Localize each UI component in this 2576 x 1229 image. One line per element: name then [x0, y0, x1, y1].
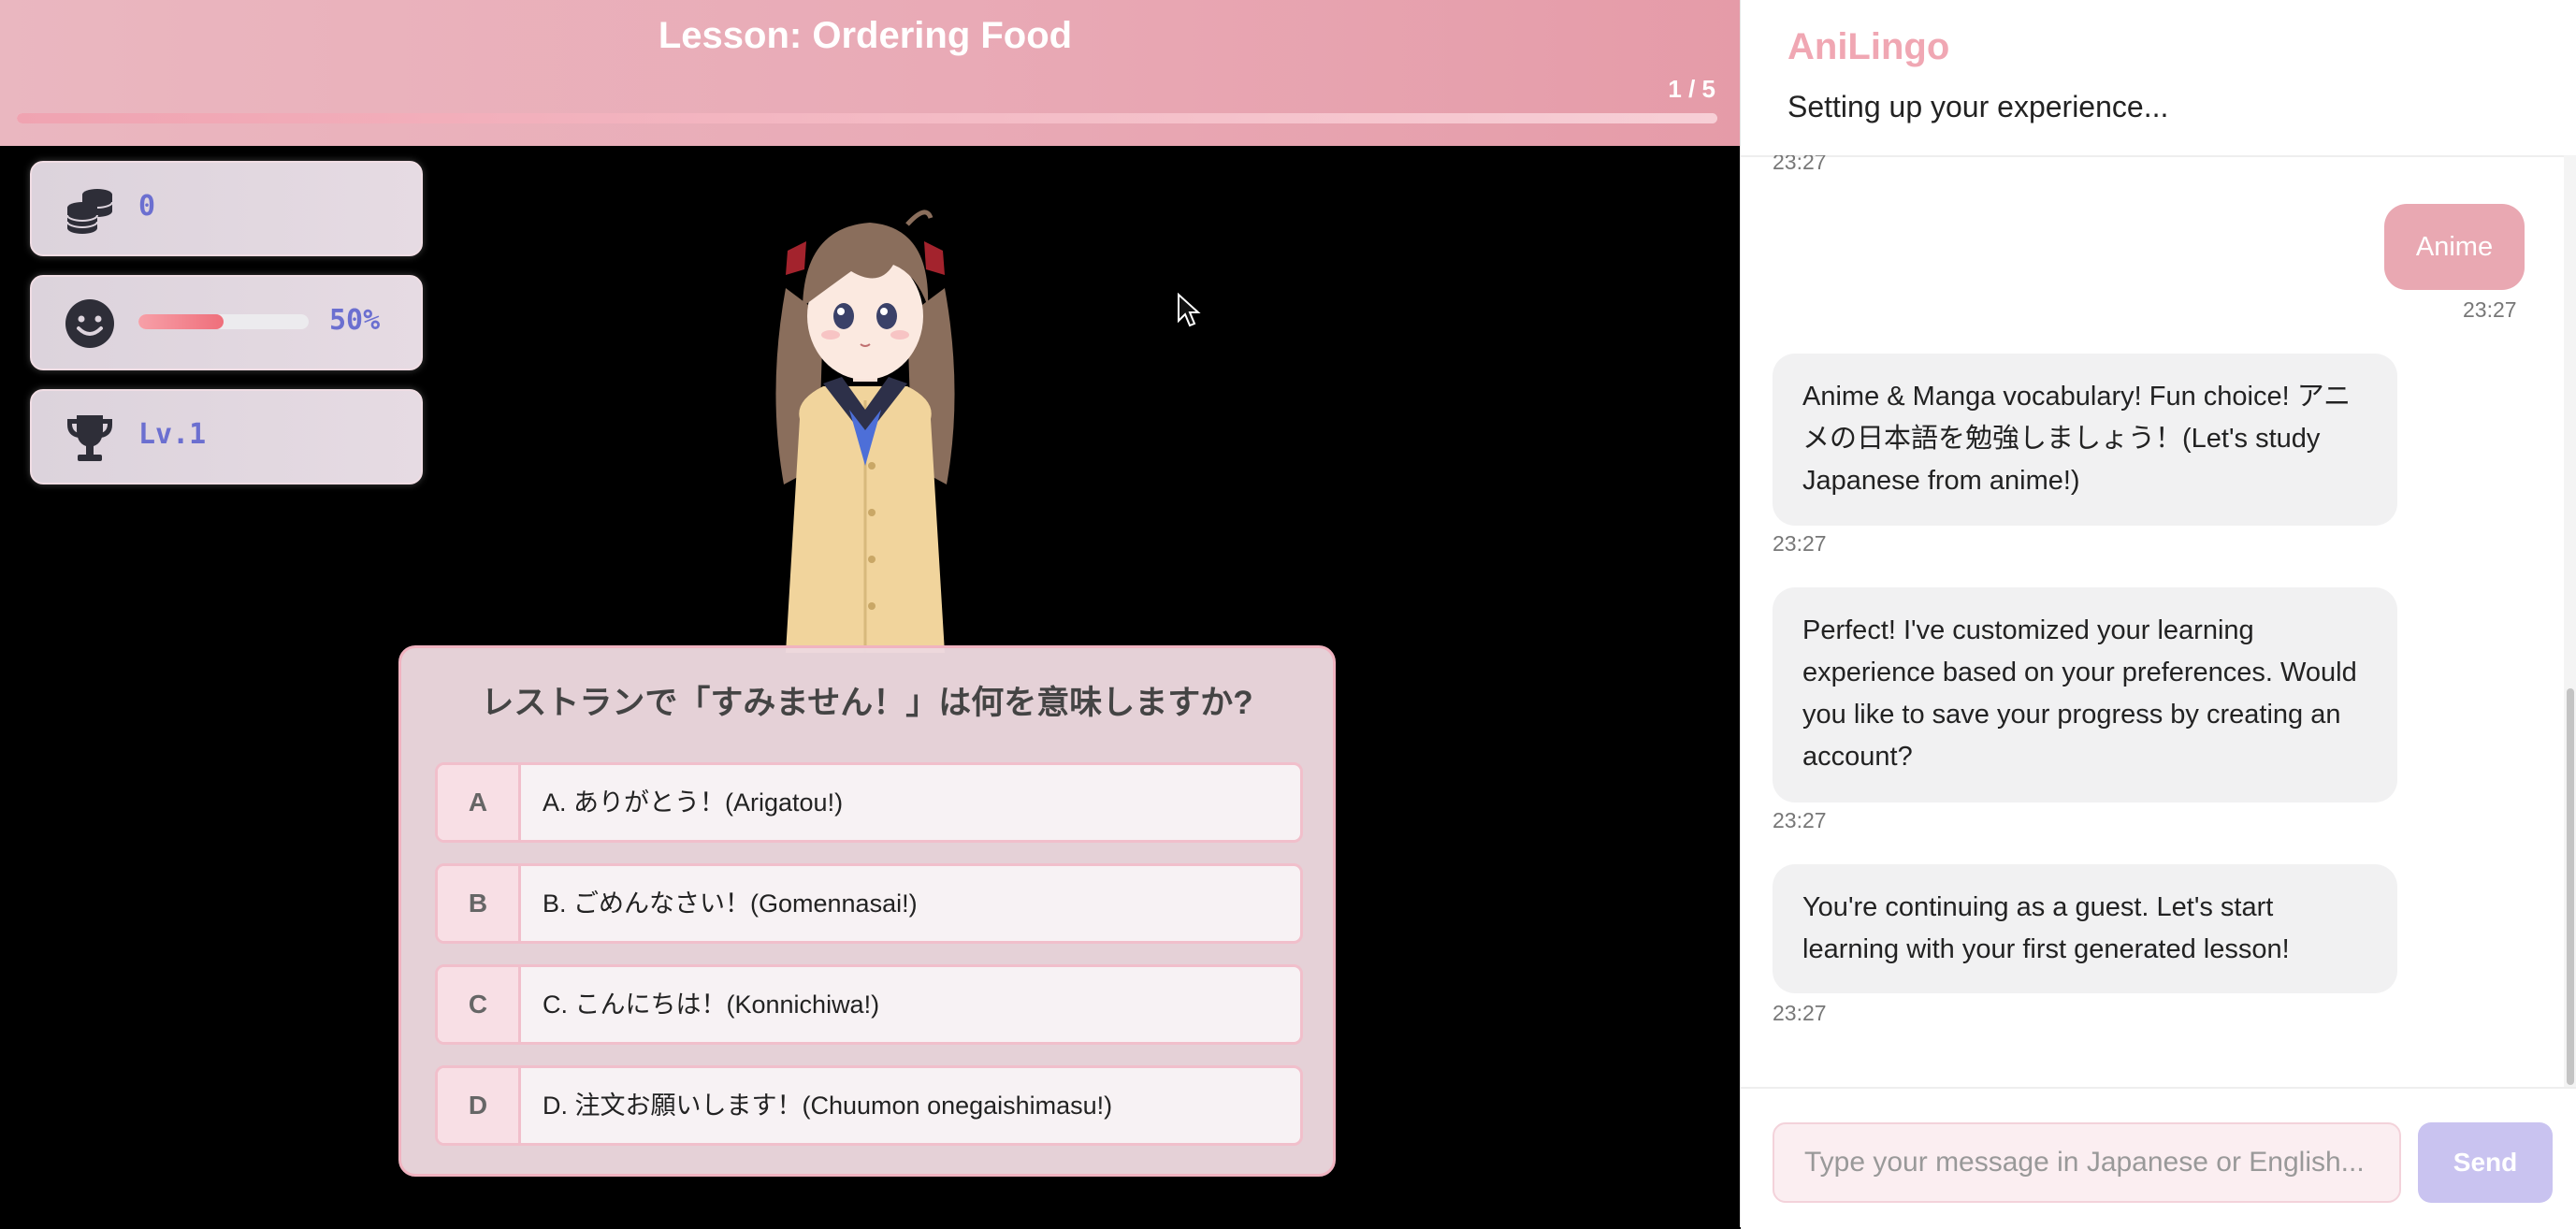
app-name: AniLingo: [1787, 26, 1950, 67]
lesson-title: Lesson: Ordering Food: [658, 15, 1073, 56]
lesson-progress-bar: [17, 113, 1717, 123]
level-value: Lv.1: [138, 418, 207, 451]
message-timestamp: 23:27: [1773, 808, 1827, 832]
message-list[interactable]: 23:27 Anime 23:27 Anime & Manga vocabula…: [1741, 155, 2564, 1087]
bot-message-bubble: Anime & Manga vocabulary! Fun choice! アニ…: [1773, 354, 2397, 526]
trophy-icon: [67, 415, 112, 461]
smiley-icon: [65, 299, 114, 348]
mood-bar: [138, 314, 309, 329]
chat-header: AniLingo Setting up your experience...: [1741, 0, 2576, 157]
mood-value: 50%: [329, 304, 381, 337]
option-text: D. 注文お願いします！(Chuumon onegaishimasu!): [543, 1092, 1113, 1120]
message-composer: Send: [1741, 1087, 2576, 1229]
bot-message-bubble: You're continuing as a guest. Let's star…: [1773, 864, 2397, 993]
quiz-panel: レストランで「すみません！」は何を意味しますか? A A. ありがとう！(Ari…: [398, 645, 1336, 1177]
game-area: Lesson: Ordering Food 1 / 5 0 50% Lv.1 レ…: [0, 0, 1740, 1227]
quiz-question: レストランで「すみません！」は何を意味しますか?: [481, 685, 1253, 721]
coins-icon: [66, 189, 113, 234]
user-message-bubble: Anime: [2384, 204, 2525, 290]
message-input[interactable]: [1773, 1122, 2401, 1203]
message-timestamp: 23:27: [1773, 531, 1827, 556]
option-letter: B: [438, 866, 521, 941]
message-timestamp: 23:27: [2463, 297, 2517, 322]
lesson-progress-text: 1 / 5: [1668, 75, 1715, 103]
option-letter: A: [438, 765, 521, 840]
mouse-cursor-icon: [1178, 293, 1201, 327]
option-b-button[interactable]: B B. ごめんなさい！(Gomennasai!): [435, 863, 1303, 944]
send-button[interactable]: Send: [2418, 1122, 2553, 1203]
message-timestamp: 23:27: [1773, 1001, 1827, 1025]
option-text: C. こんにちは！(Konnichiwa!): [543, 990, 880, 1019]
scrollbar-thumb[interactable]: [2567, 688, 2574, 1085]
option-letter: C: [438, 967, 521, 1042]
option-letter: D: [438, 1068, 521, 1143]
option-a-button[interactable]: A A. ありがとう！(Arigatou!): [435, 762, 1303, 843]
chat-scrollbar[interactable]: [2564, 155, 2576, 1087]
mood-bar-fill: [138, 314, 224, 329]
character-avatar: [775, 210, 955, 653]
message-timestamp: 23:27: [1773, 155, 1827, 174]
chat-panel: AniLingo Setting up your experience... 2…: [1740, 0, 2576, 1229]
option-text: A. ありがとう！(Arigatou!): [543, 788, 844, 817]
lesson-header: Lesson: Ordering Food 1 / 5: [0, 0, 1740, 146]
level-card: Lv.1: [30, 389, 423, 484]
option-text: B. ごめんなさい！(Gomennasai!): [543, 889, 918, 918]
option-c-button[interactable]: C C. こんにちは！(Konnichiwa!): [435, 964, 1303, 1045]
mood-card: 50%: [30, 275, 423, 370]
coins-card: 0: [30, 161, 423, 256]
option-d-button[interactable]: D D. 注文お願いします！(Chuumon onegaishimasu!): [435, 1065, 1303, 1146]
coins-value: 0: [138, 190, 156, 223]
status-text: Setting up your experience...: [1787, 90, 2169, 123]
bot-message-bubble: Perfect! I've customized your learning e…: [1773, 587, 2397, 802]
lesson-progress-fill: [17, 113, 1717, 123]
